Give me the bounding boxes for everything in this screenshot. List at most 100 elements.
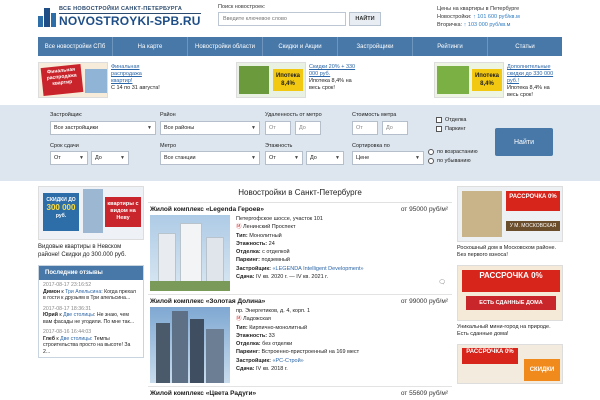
nav-region[interactable]: Новостройки области bbox=[188, 37, 263, 56]
promo-item[interactable]: Финальная распродажа квартир Финальная р… bbox=[38, 62, 166, 100]
metro-distance-from[interactable]: От bbox=[265, 121, 291, 135]
comments-icon[interactable]: 🗨 bbox=[438, 279, 446, 286]
metro-icon: Ⓜ bbox=[236, 224, 242, 231]
floors-from-select[interactable]: От ▼ bbox=[265, 151, 303, 165]
right-ad-banner[interactable]: РАССРОЧКА 0% У М. МОСКОВСКАЯ bbox=[457, 186, 563, 242]
listing-photo[interactable] bbox=[150, 215, 230, 291]
promo-text: Ипотека 8,4% на весь срок! bbox=[309, 78, 352, 91]
search-input[interactable] bbox=[218, 12, 346, 26]
floors-to-select[interactable]: До ▼ bbox=[306, 151, 344, 165]
district-select[interactable]: Все районы ▼ bbox=[160, 121, 260, 135]
nav-ratings[interactable]: Рейтинги bbox=[413, 37, 488, 56]
search-label: Поиск новостроек: bbox=[218, 4, 266, 10]
left-ad-line2: 300 000 bbox=[46, 203, 76, 212]
right-ad-banner[interactable]: РАССРОЧКА 0% СКИДКИ bbox=[457, 344, 563, 384]
nav-discounts[interactable]: Скидки и Акции bbox=[263, 37, 338, 56]
promo-link[interactable]: Дополнительные скидки до 330 000 руб.! bbox=[507, 64, 559, 85]
sort-select[interactable]: Цене ▼ bbox=[352, 151, 424, 165]
review-item[interactable]: 2017-08-17 23:16:52 Димон к Три Апельсин… bbox=[39, 280, 143, 304]
developer-link[interactable]: «LEGENDA Intelligent Development» bbox=[273, 266, 364, 272]
right-ad-banner[interactable]: РАССРОЧКА 0% ЕСТЬ СДАННЫЕ ДОМА bbox=[457, 265, 563, 321]
prices-second-value: ↑ 103 000 руб/кв.м bbox=[463, 22, 511, 28]
metro-select[interactable]: Все станции ▼ bbox=[160, 151, 260, 165]
prices-new-label: Новостройки: bbox=[437, 14, 472, 20]
sort-label: Сортировка по bbox=[352, 143, 390, 149]
left-ad-caption[interactable]: Видовые квартиры в Невском районе! Скидк… bbox=[38, 243, 144, 259]
logo[interactable]: ВСЕ НОВОСТРОЙКИ САНКТ-ПЕТЕРБУРГА NOVOSTR… bbox=[38, 6, 201, 28]
review-target-link[interactable]: Две столицы bbox=[63, 312, 94, 318]
promo-strip: Финальная распродажа квартир Финальная р… bbox=[38, 62, 562, 100]
right-ad2-caption[interactable]: Уникальный мини-город на природе. Есть с… bbox=[457, 324, 563, 338]
nav-all-novostroyki[interactable]: Все новостройки СПб bbox=[38, 37, 113, 56]
right-ad3-sub: СКИДКИ bbox=[524, 359, 560, 381]
listing-price: от 99000 руб/м² bbox=[400, 298, 448, 305]
promo-banner-text: Ипотека 8,4% bbox=[275, 73, 301, 87]
finish-checkbox[interactable]: Отделка bbox=[436, 117, 467, 123]
promo-link[interactable]: Финальная распродажа квартир! bbox=[111, 64, 163, 85]
prices-title: Цены на квартиры в Петербурге bbox=[437, 6, 520, 12]
cost-from[interactable]: От bbox=[352, 121, 378, 135]
header: ВСЕ НОВОСТРОЙКИ САНКТ-ПЕТЕРБУРГА NOVOSTR… bbox=[0, 0, 600, 36]
promo-text: С 14 по 31 августа! bbox=[111, 85, 160, 91]
left-ad-banner[interactable]: СКИДКИ ДО 300 000 руб. квартиры с видом … bbox=[38, 186, 144, 240]
right-ad1-caption[interactable]: Роскошный дом в Московском районе. Без п… bbox=[457, 245, 563, 259]
right-ad1-sub: У М. МОСКОВСКАЯ bbox=[506, 221, 560, 231]
chevron-down-icon: ▼ bbox=[251, 155, 256, 161]
listing-price: от 95000 руб/м² bbox=[400, 206, 448, 213]
chevron-down-icon: ▼ bbox=[147, 125, 152, 131]
promo-item[interactable]: Ипотека 8,4% Скидки 20% + 330 000 руб. И… bbox=[236, 62, 364, 100]
review-target-link[interactable]: Две столицы bbox=[60, 336, 91, 342]
review-item[interactable]: 2017-08-16 16:44:03 Глеб к Две столицы: … bbox=[39, 327, 143, 357]
promo-banner-image[interactable]: Ипотека 8,4% bbox=[236, 62, 306, 98]
nav-map[interactable]: На карте bbox=[113, 37, 188, 56]
price-summary: Цены на квартиры в Петербурге Новостройк… bbox=[437, 5, 520, 29]
right-sidebar: РАССРОЧКА 0% У М. МОСКОВСКАЯ Роскошный д… bbox=[457, 186, 563, 384]
listing-name[interactable]: Жилой комплекс «Legenda Героев» bbox=[150, 206, 264, 213]
search-button[interactable]: НАЙТИ bbox=[349, 12, 381, 26]
listing-card[interactable]: Жилой комплекс «Legenda Героев» от 95000… bbox=[148, 203, 452, 295]
listing-card[interactable]: Жилой комплекс «Цвета Радуги» от 55609 р… bbox=[148, 387, 452, 400]
promo-banner-image[interactable]: Финальная распродажа квартир bbox=[38, 62, 108, 98]
deadline-to-select[interactable]: До ▼ bbox=[91, 151, 129, 165]
review-item[interactable]: 2017-08-17 18:36:31 Юрий к Две столицы: … bbox=[39, 304, 143, 328]
page: ВСЕ НОВОСТРОЙКИ САНКТ-ПЕТЕРБУРГА NOVOSTR… bbox=[0, 0, 600, 400]
promo-banner-image[interactable]: Ипотека 8,4% bbox=[434, 62, 504, 98]
promo-link[interactable]: Скидки 20% + 330 000 руб. bbox=[309, 64, 361, 78]
listings-column: Новостройки в Санкт-Петербурге Жилой ком… bbox=[148, 186, 452, 400]
promo-item[interactable]: Ипотека 8,4% Дополнительные скидки до 33… bbox=[434, 62, 562, 100]
developer-select[interactable]: Все застройщики ▼ bbox=[50, 121, 156, 135]
listing-name[interactable]: Жилой комплекс «Цвета Радуги» bbox=[150, 390, 256, 397]
listing-card[interactable]: Жилой комплекс «Золотая Долина» от 99000… bbox=[148, 295, 452, 387]
metro-distance-to[interactable]: До bbox=[295, 121, 321, 135]
cost-to[interactable]: До bbox=[382, 121, 408, 135]
nav-articles[interactable]: Статьи bbox=[488, 37, 562, 56]
listing-price: от 55609 руб/м² bbox=[400, 390, 448, 397]
cost-label: Стоимость метра bbox=[352, 112, 397, 118]
reviews-title: Последние отзывы bbox=[39, 266, 143, 280]
listings-title: Новостройки в Санкт-Петербурге bbox=[148, 186, 452, 203]
listing-name[interactable]: Жилой комплекс «Золотая Долина» bbox=[150, 298, 265, 305]
metro-icon: Ⓜ bbox=[236, 316, 242, 323]
filter-submit-button[interactable]: Найти bbox=[495, 128, 553, 156]
sort-asc-radio[interactable]: по возрастанию bbox=[428, 149, 478, 155]
parking-checkbox[interactable]: Паркинг bbox=[436, 126, 466, 132]
review-target-link[interactable]: Три Апельсина bbox=[65, 289, 101, 295]
developer-link[interactable]: «РС-Строй» bbox=[273, 358, 304, 364]
left-sidebar: СКИДКИ ДО 300 000 руб. квартиры с видом … bbox=[38, 186, 144, 358]
logo-tagline: ВСЕ НОВОСТРОЙКИ САНКТ-ПЕТЕРБУРГА bbox=[59, 6, 201, 14]
left-ad-line4: квартиры с видом на Неву bbox=[105, 197, 141, 227]
promo-banner-text: Финальная распродажа квартир bbox=[46, 66, 77, 88]
deadline-from-select[interactable]: От ▼ bbox=[50, 151, 88, 165]
nav-developers[interactable]: Застройщики bbox=[338, 37, 413, 56]
logo-title: NOVOSTROYKI-SPB.RU bbox=[59, 14, 201, 28]
listing-photo[interactable] bbox=[150, 307, 230, 383]
right-ad1-title: РАССРОЧКА 0% bbox=[506, 191, 560, 211]
sort-desc-radio[interactable]: по убыванию bbox=[428, 158, 471, 164]
metro-label: Метро bbox=[160, 143, 177, 149]
chevron-down-icon: ▼ bbox=[294, 155, 299, 161]
listing-info: Петергофское шоссе, участок 101 Ⓜ Ленинс… bbox=[236, 216, 364, 281]
latest-reviews: Последние отзывы 2017-08-17 23:16:52 Дим… bbox=[38, 265, 144, 358]
right-ad2-title: РАССРОЧКА 0% bbox=[462, 270, 560, 292]
developer-label: Застройщик: bbox=[50, 112, 83, 118]
chevron-down-icon: ▼ bbox=[120, 155, 125, 161]
